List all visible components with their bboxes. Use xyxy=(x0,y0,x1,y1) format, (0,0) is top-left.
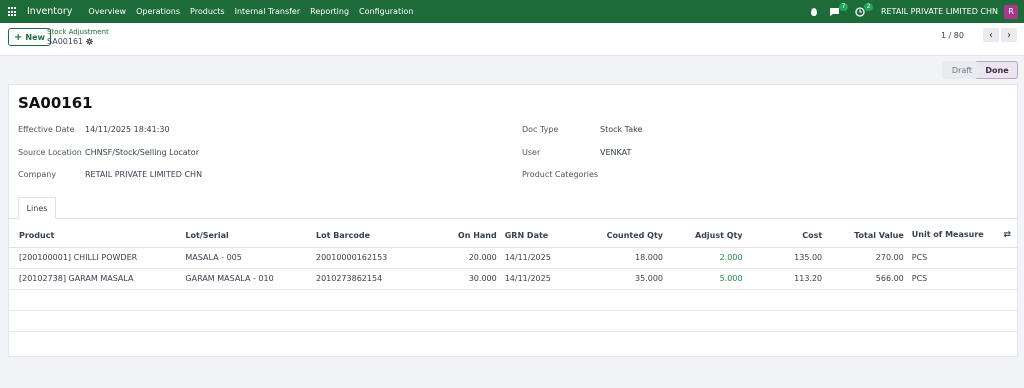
user-label: User xyxy=(522,148,541,157)
status-draft[interactable]: Draft xyxy=(942,61,982,79)
doc-type-label: Doc Type xyxy=(522,125,559,134)
cell-lot-barcode[interactable]: 2010273862154 xyxy=(311,268,421,290)
table-header-row: Product Lot/Serial Lot Barcode On Hand G… xyxy=(9,224,1017,248)
company-field[interactable]: RETAIL PRIVATE LIMITED CHN xyxy=(85,170,202,179)
cell-adjust-qty[interactable]: 5.000 xyxy=(667,268,747,290)
control-panel: + New Stock Adjustment SA00161 1 / 80 ‹ … xyxy=(0,23,1024,56)
cell-lot-serial[interactable]: MASALA - 005 xyxy=(181,247,312,269)
cell-on-hand[interactable]: 20.000 xyxy=(420,247,501,269)
column-product[interactable]: Product xyxy=(9,224,182,248)
cell-cost[interactable]: 135.00 xyxy=(746,247,827,269)
optional-columns-toggle-icon[interactable]: ⇄ xyxy=(1003,230,1011,240)
app-name[interactable]: Inventory xyxy=(27,6,72,17)
column-lot-barcode[interactable]: Lot Barcode xyxy=(311,224,421,248)
source-location-field[interactable]: CHNSF/Stock/Selling Locator xyxy=(85,148,199,157)
column-grn-date[interactable]: GRN Date xyxy=(500,224,572,248)
effective-date-field[interactable]: 14/11/2025 18:41:30 xyxy=(85,125,170,134)
table-row[interactable]: [20102738] GARAM MASALA GARAM MASALA - 0… xyxy=(9,268,1017,290)
menu-products[interactable]: Products xyxy=(185,7,230,16)
cell-on-hand[interactable]: 30.000 xyxy=(420,268,501,290)
menu-configuration[interactable]: Configuration xyxy=(354,7,418,16)
doc-type-field[interactable]: Stock Take xyxy=(600,125,642,134)
cell-cost[interactable]: 113.20 xyxy=(746,268,827,290)
company-switcher[interactable]: RETAIL PRIVATE LIMITED CHN xyxy=(881,7,998,16)
menu-overview[interactable]: Overview xyxy=(83,7,131,16)
chat-count-badge: 7 xyxy=(839,2,848,11)
chevron-right-icon[interactable]: › xyxy=(1001,28,1017,42)
column-lot-serial[interactable]: Lot/Serial xyxy=(181,224,312,248)
column-on-hand[interactable]: On Hand xyxy=(420,224,501,248)
activity-clock-icon[interactable]: 2 xyxy=(853,2,873,19)
column-cost[interactable]: Cost xyxy=(746,224,827,248)
cell-product[interactable]: [20102738] GARAM MASALA xyxy=(9,268,182,290)
water-drop-icon[interactable] xyxy=(807,5,821,19)
cell-grn-date[interactable]: 14/11/2025 xyxy=(500,268,572,290)
tab-lines[interactable]: Lines xyxy=(18,197,56,219)
cell-total-value[interactable]: 270.00 xyxy=(826,247,908,269)
cell-counted-qty[interactable]: 18.000 xyxy=(571,247,667,269)
column-adjust-qty[interactable]: Adjust Qty xyxy=(667,224,747,248)
table-row[interactable]: [200100001] CHILLI POWDER MASALA - 005 2… xyxy=(9,247,1017,269)
chat-icon[interactable]: 7 xyxy=(828,2,848,19)
form-sheet: SA00161 Effective Date 14/11/2025 18:41:… xyxy=(8,84,1018,357)
source-location-label: Source Location xyxy=(18,148,82,157)
user-field[interactable]: VENKAT xyxy=(600,148,631,157)
menu-operations[interactable]: Operations xyxy=(131,7,185,16)
top-navbar: Inventory Overview Operations Products I… xyxy=(0,0,1024,23)
tab-divider xyxy=(9,218,1017,219)
column-counted-qty[interactable]: Counted Qty xyxy=(571,224,667,248)
column-total-value[interactable]: Total Value xyxy=(826,224,908,248)
lines-table: Product Lot/Serial Lot Barcode On Hand G… xyxy=(9,224,1017,352)
column-unit-of-measure-label: Unit of Measure xyxy=(911,230,984,240)
empty-row xyxy=(9,331,1017,352)
cell-adjust-qty[interactable]: 2.000 xyxy=(667,247,747,269)
menu-reporting[interactable]: Reporting xyxy=(305,7,354,16)
main-menu: Overview Operations Products Internal Tr… xyxy=(83,7,418,16)
cell-product[interactable]: [200100001] CHILLI POWDER xyxy=(9,247,182,269)
product-categories-label: Product Categories xyxy=(522,170,599,179)
breadcrumb[interactable]: Stock Adjustment xyxy=(47,28,109,36)
plus-icon: + xyxy=(14,31,23,43)
gear-icon[interactable] xyxy=(86,38,94,45)
chevron-left-icon[interactable]: ‹ xyxy=(983,28,999,42)
empty-row xyxy=(9,310,1017,332)
record-name: SA00161 xyxy=(47,37,94,46)
record-name-text: SA00161 xyxy=(47,37,84,46)
company-label: Company xyxy=(18,170,57,179)
new-button-label: New xyxy=(25,32,45,42)
cell-grn-date[interactable]: 14/11/2025 xyxy=(500,247,572,269)
cell-counted-qty[interactable]: 35.000 xyxy=(571,268,667,290)
menu-internal-transfer[interactable]: Internal Transfer xyxy=(230,7,306,16)
cell-unit-of-measure[interactable]: PCS xyxy=(907,247,1017,269)
column-unit-of-measure[interactable]: Unit of Measure ⇄ xyxy=(907,224,1017,248)
effective-date-label: Effective Date xyxy=(18,125,75,134)
pager-value[interactable]: 1 / 80 xyxy=(941,31,964,40)
record-title: SA00161 xyxy=(18,94,93,112)
status-done[interactable]: Done xyxy=(976,61,1018,79)
apps-menu-icon[interactable] xyxy=(0,0,24,23)
cell-total-value[interactable]: 566.00 xyxy=(826,268,908,290)
cell-unit-of-measure[interactable]: PCS xyxy=(907,268,1017,290)
empty-row xyxy=(9,289,1017,311)
new-button[interactable]: + New xyxy=(8,28,51,46)
user-avatar[interactable]: R xyxy=(1004,4,1018,19)
cell-lot-serial[interactable]: GARAM MASALA - 010 xyxy=(181,268,312,290)
activity-count-badge: 2 xyxy=(864,2,873,11)
cell-lot-barcode[interactable]: 20010000162153 xyxy=(311,247,421,269)
